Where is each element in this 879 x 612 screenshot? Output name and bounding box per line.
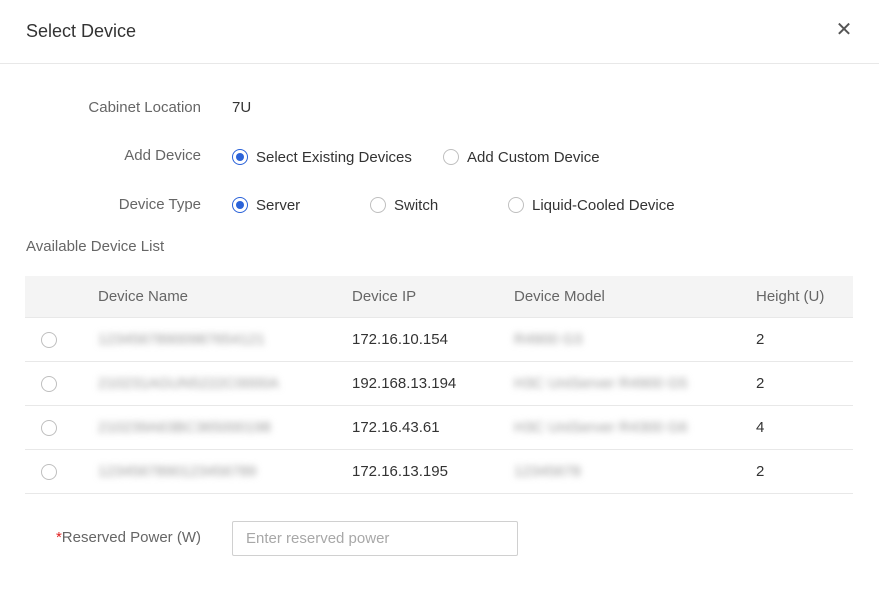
row-select-radio[interactable] [41,376,57,392]
radio-liquid-cooled-device[interactable]: Liquid-Cooled Device [508,195,675,215]
cabinet-location-label: Cabinet Location [88,99,201,116]
radio-label: Select Existing Devices [256,148,412,166]
height-cell: 4 [756,419,765,436]
radio-unchecked-icon[interactable] [508,197,524,213]
reserved-power-label-text: Reserved Power (W) [61,529,201,546]
radio-label: Switch [394,196,439,214]
device-model-cell: 12345678 [514,463,581,480]
add-device-label: Add Device [124,147,201,164]
device-name-cell: 210239A63BC365000198 [98,419,271,436]
cabinet-location-value: 7U [232,99,252,116]
table-row[interactable]: 210231AGUN5222C0000A 192.168.13.194 H3C … [25,362,853,406]
device-ip-cell: 172.16.43.61 [352,419,440,436]
radio-label: Liquid-Cooled Device [532,196,675,214]
column-header-device-name: Device Name [98,288,189,305]
device-model-cell: H3C UniServer R4900 G5 [514,375,688,392]
radio-server[interactable]: Server [232,195,300,215]
device-name-cell: 12345678900987654121 [98,331,265,348]
device-model-cell: H3C UniServer R4300 G6 [514,419,688,436]
column-header-device-ip: Device IP [352,288,417,305]
device-ip-cell: 192.168.13.194 [352,375,457,392]
row-select-radio[interactable] [41,420,57,436]
available-device-list-title: Available Device List [26,238,165,255]
device-type-label: Device Type [118,196,201,213]
radio-unchecked-icon[interactable] [443,149,459,165]
device-ip-cell: 172.16.13.195 [352,463,448,480]
dialog-header: Select Device ✕ [0,0,879,64]
device-ip-cell: 172.16.10.154 [352,331,448,348]
row-select-radio[interactable] [41,464,57,480]
column-header-height: Height (U) [756,288,825,305]
height-cell: 2 [756,331,765,348]
radio-unchecked-icon[interactable] [370,197,386,213]
column-header-device-model: Device Model [514,288,605,305]
device-model-cell: R4900 G3 [514,331,583,348]
device-name-cell: 210231AGUN5222C0000A [98,375,279,392]
reserved-power-input[interactable] [232,521,518,556]
close-icon[interactable]: ✕ [834,20,854,40]
dialog-title: Select Device [26,21,137,41]
device-name-cell: 1234567890123456789 [98,463,257,480]
radio-checked-icon[interactable] [232,149,248,165]
table-row[interactable]: 1234567890123456789 172.16.13.195 123456… [25,450,853,494]
select-device-dialog: Select Device ✕ Cabinet Location 7U Add … [0,0,879,612]
row-select-radio[interactable] [41,332,57,348]
table-row[interactable]: 12345678900987654121 172.16.10.154 R4900… [25,318,853,362]
table-row[interactable]: 210239A63BC365000198 172.16.43.61 H3C Un… [25,406,853,450]
height-cell: 2 [756,375,765,392]
device-table: Device Name Device IP Device Model Heigh… [25,276,853,494]
radio-select-existing-devices[interactable]: Select Existing Devices [232,147,412,167]
radio-label: Add Custom Device [467,148,600,166]
height-cell: 2 [756,463,765,480]
radio-switch[interactable]: Switch [370,195,438,215]
radio-label: Server [256,196,301,214]
radio-checked-icon[interactable] [232,197,248,213]
table-header: Device Name Device IP Device Model Heigh… [25,276,853,318]
radio-add-custom-device[interactable]: Add Custom Device [443,147,600,167]
reserved-power-label: *Reserved Power (W) [25,529,201,546]
